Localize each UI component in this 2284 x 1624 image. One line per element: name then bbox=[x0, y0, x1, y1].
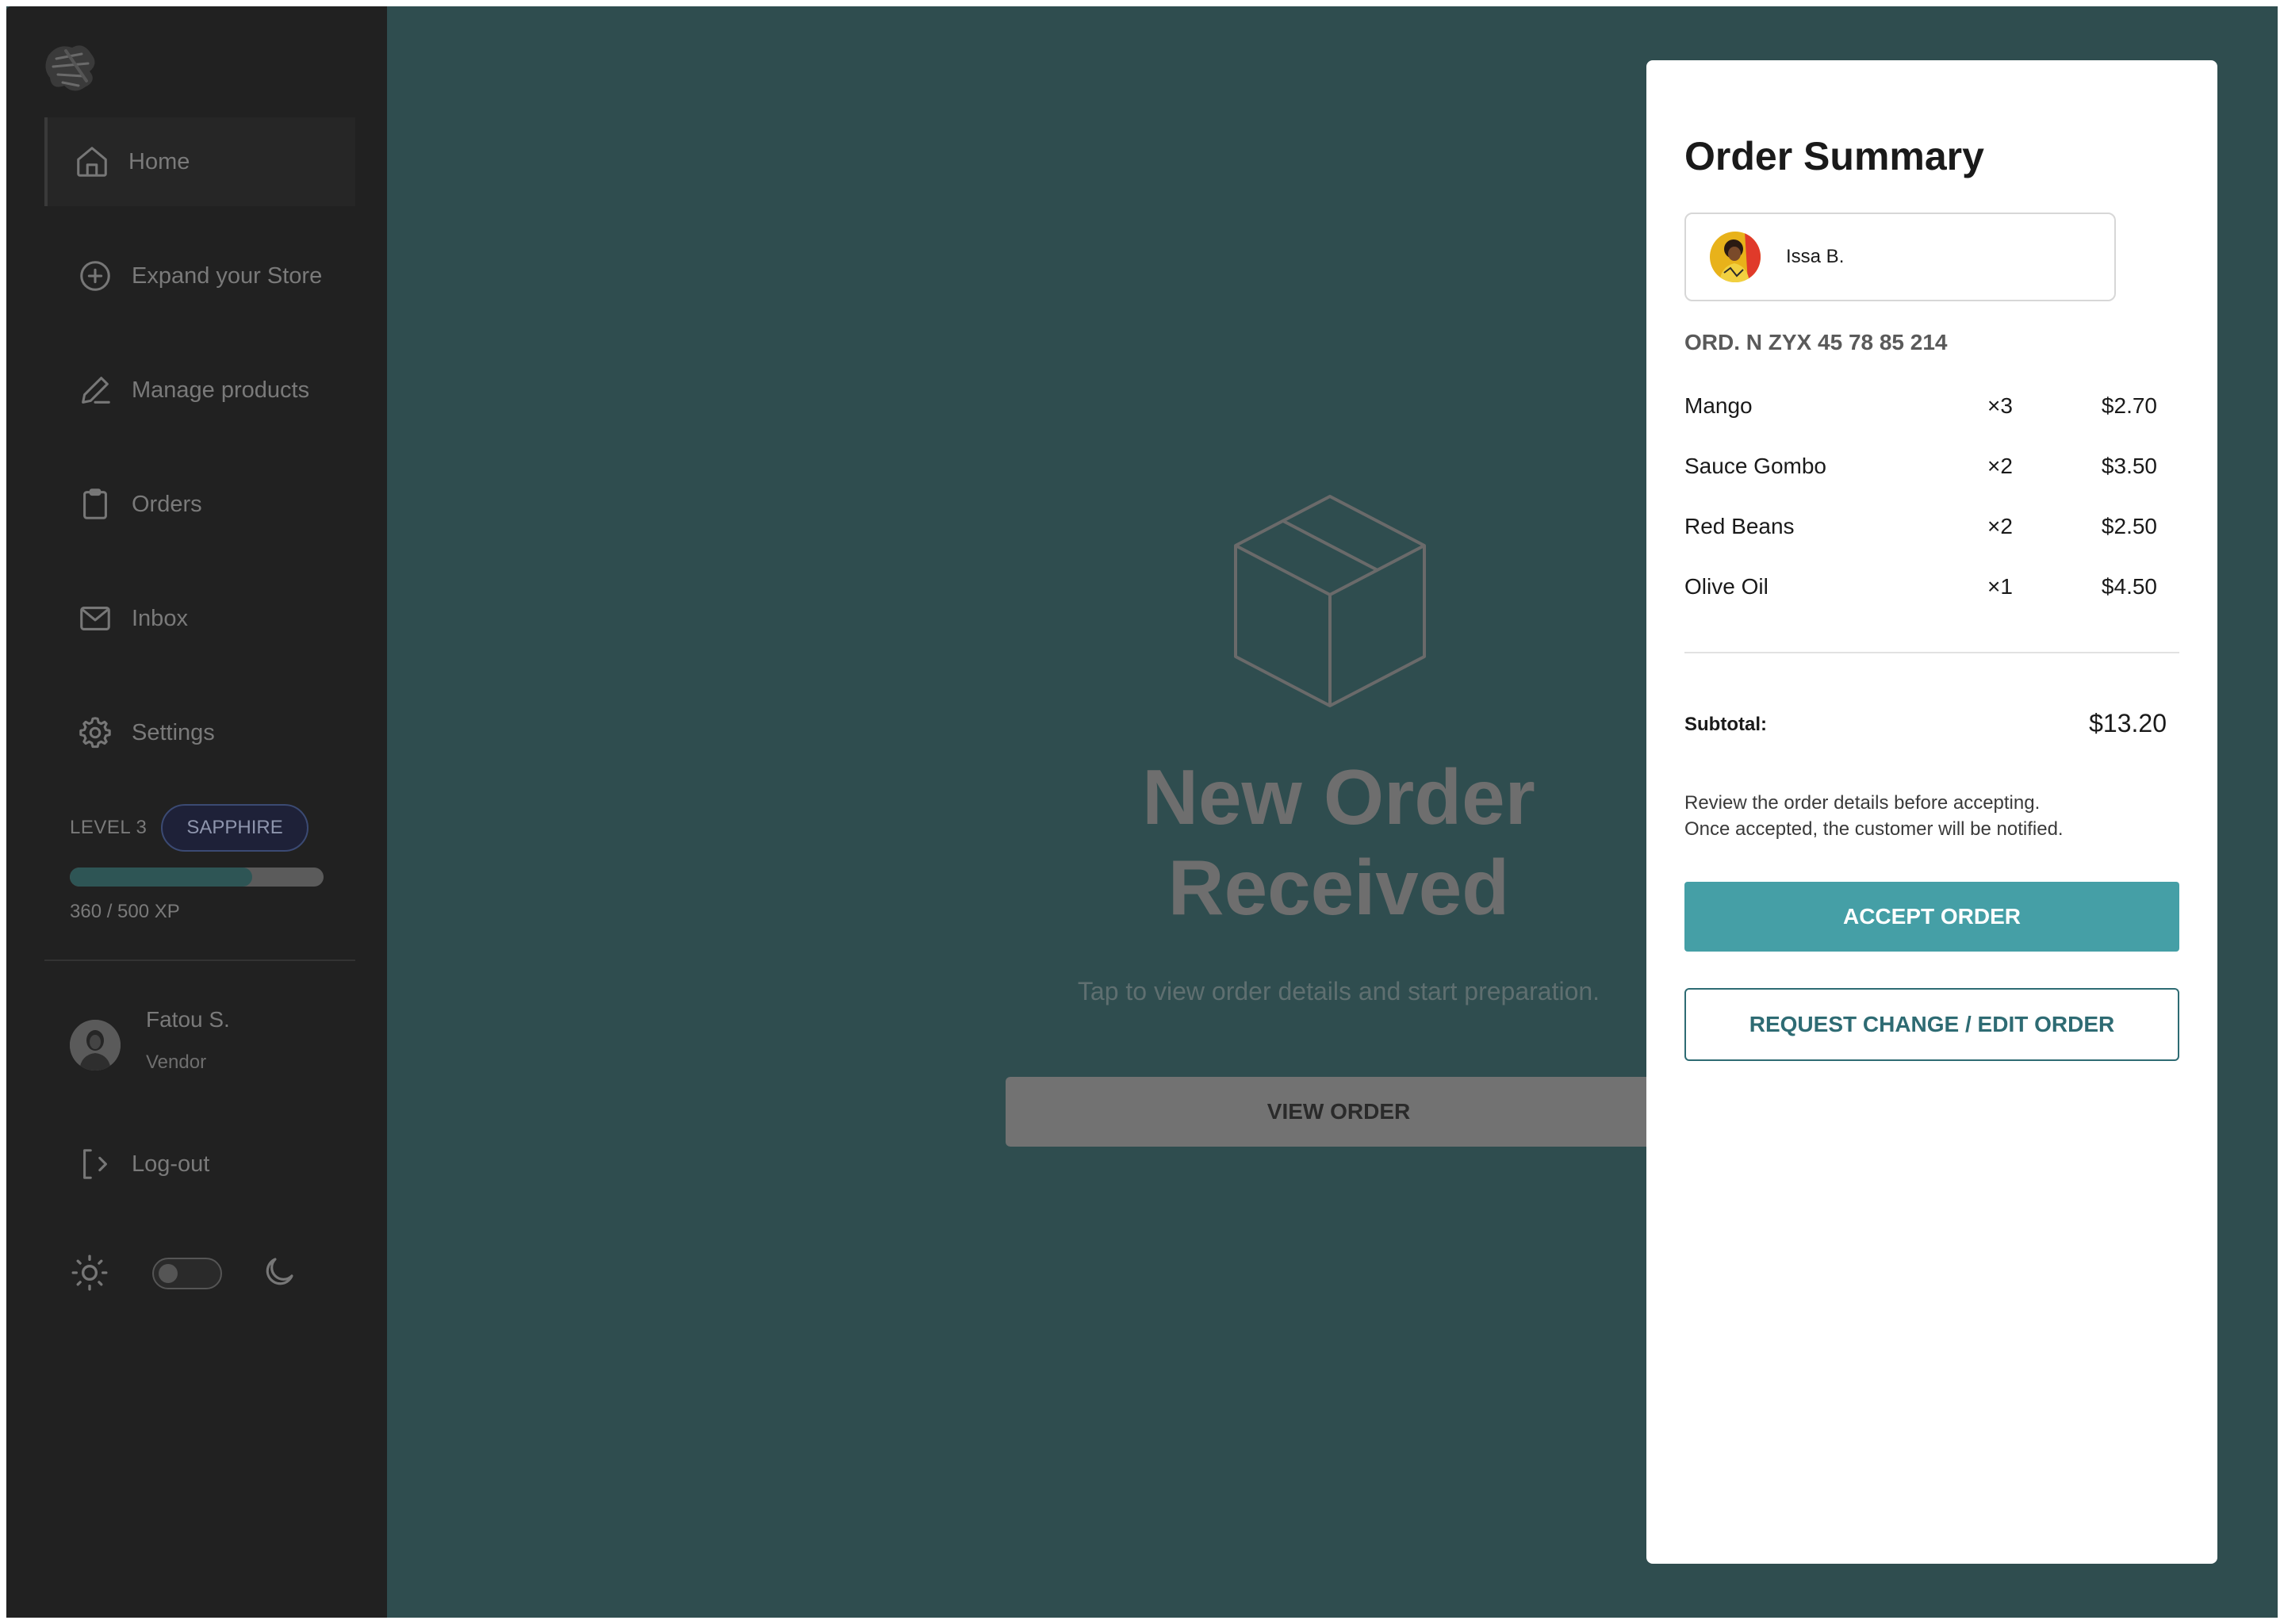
user-profile[interactable]: Fatou S. Vendor bbox=[70, 1007, 355, 1094]
logout-icon bbox=[76, 1145, 114, 1183]
item-name: Red Beans bbox=[1684, 514, 1795, 538]
note-line2: Once accepted, the customer will be noti… bbox=[1684, 818, 2064, 840]
gear-icon bbox=[76, 714, 114, 752]
moon-icon[interactable] bbox=[260, 1253, 298, 1291]
item-qty: ×3 bbox=[1987, 393, 2013, 418]
level-badge: SAPPHIRE bbox=[161, 804, 308, 852]
order-item-row: Red Beans ×2 $2.50 bbox=[1684, 498, 2170, 558]
view-order-button[interactable]: VIEW ORDER bbox=[1006, 1077, 1672, 1147]
theme-switcher bbox=[70, 1250, 324, 1294]
item-price: $4.50 bbox=[2101, 574, 2157, 599]
sidebar-item-label: Home bbox=[128, 148, 190, 174]
subline: Tap to view order details and start prep… bbox=[1077, 977, 1600, 1005]
order-summary-panel: Order Summary Issa B. ORD. N ZYX 45 78 8… bbox=[1646, 60, 2217, 1564]
level-label: LEVEL 3 bbox=[70, 817, 148, 838]
sidebar-item-expand-store[interactable]: Expand your Store bbox=[44, 232, 355, 320]
xp-text: 360 / 500 XP bbox=[70, 901, 180, 922]
home-icon bbox=[73, 143, 111, 181]
item-price: $2.50 bbox=[2101, 514, 2157, 538]
item-price: $3.50 bbox=[2101, 454, 2157, 478]
order-items-list: Mango ×3 $2.70 Sauce Gombo ×2 $3.50 Red … bbox=[1684, 377, 2170, 619]
sidebar-divider bbox=[44, 959, 355, 961]
item-qty: ×1 bbox=[1987, 574, 2013, 599]
avatar bbox=[70, 1020, 121, 1071]
xp-progress-bar bbox=[70, 868, 324, 887]
sidebar-item-label: Orders bbox=[132, 491, 202, 517]
plus-circle-icon bbox=[76, 257, 114, 295]
logout-label: Log-out bbox=[132, 1151, 210, 1177]
accept-order-button[interactable]: ACCEPT ORDER bbox=[1684, 882, 2179, 952]
app-frame: Home Expand your Store Manage products O… bbox=[6, 6, 2278, 1618]
request-change-button[interactable]: REQUEST CHANGE / EDIT ORDER bbox=[1684, 988, 2179, 1061]
item-name: Mango bbox=[1684, 393, 1753, 418]
box-icon bbox=[1231, 492, 1429, 710]
headline-line2: Received bbox=[1167, 844, 1510, 931]
panel-title: Order Summary bbox=[1684, 134, 1984, 178]
brush-splash-logo bbox=[42, 40, 102, 97]
sidebar-item-label: Settings bbox=[132, 719, 215, 745]
clipboard-icon bbox=[76, 485, 114, 523]
toggle-knob bbox=[159, 1264, 178, 1283]
customer-name: Issa B. bbox=[1786, 246, 1845, 267]
logout-button[interactable]: Log-out bbox=[44, 1120, 355, 1208]
order-note: Review the order details before acceptin… bbox=[1684, 790, 2176, 842]
order-number: ORD. N ZYX 45 78 85 214 bbox=[1684, 330, 1948, 354]
sidebar-item-label: Inbox bbox=[132, 605, 188, 631]
xp-progress-fill bbox=[70, 868, 253, 887]
sidebar: Home Expand your Store Manage products O… bbox=[6, 6, 387, 1618]
customer-avatar bbox=[1710, 232, 1761, 282]
item-name: Olive Oil bbox=[1684, 574, 1769, 599]
headline-line1: New Order bbox=[1142, 753, 1535, 841]
subtotal-label: Subtotal: bbox=[1684, 714, 1767, 735]
subtotal-value: $13.20 bbox=[2089, 709, 2167, 737]
sidebar-item-label: Expand your Store bbox=[132, 262, 323, 289]
sidebar-item-orders[interactable]: Orders bbox=[44, 460, 355, 549]
user-role: Vendor bbox=[146, 1051, 207, 1073]
item-price: $2.70 bbox=[2101, 393, 2157, 418]
order-item-row: Sauce Gombo ×2 $3.50 bbox=[1684, 438, 2170, 498]
sun-icon[interactable] bbox=[70, 1253, 109, 1293]
item-name: Sauce Gombo bbox=[1684, 454, 1826, 478]
sidebar-item-manage-products[interactable]: Manage products bbox=[44, 346, 355, 435]
sidebar-item-inbox[interactable]: Inbox bbox=[44, 574, 355, 663]
mail-icon bbox=[76, 599, 114, 638]
level-row: LEVEL 3 SAPPHIRE bbox=[70, 804, 308, 852]
order-item-row: Olive Oil ×1 $4.50 bbox=[1684, 558, 2170, 619]
item-qty: ×2 bbox=[1987, 454, 2013, 478]
pen-icon bbox=[76, 371, 114, 409]
headline: New Order Received bbox=[1006, 752, 1672, 933]
order-item-row: Mango ×3 $2.70 bbox=[1684, 377, 2170, 438]
panel-divider bbox=[1684, 652, 2179, 653]
user-name: Fatou S. bbox=[146, 1007, 230, 1032]
theme-toggle[interactable] bbox=[152, 1258, 222, 1289]
sidebar-item-home[interactable]: Home bbox=[44, 117, 355, 206]
item-qty: ×2 bbox=[1987, 514, 2013, 538]
customer-card: Issa B. bbox=[1684, 213, 2116, 301]
note-line1: Review the order details before acceptin… bbox=[1684, 792, 2041, 814]
sidebar-item-label: Manage products bbox=[132, 377, 310, 403]
sidebar-item-settings[interactable]: Settings bbox=[44, 688, 355, 777]
